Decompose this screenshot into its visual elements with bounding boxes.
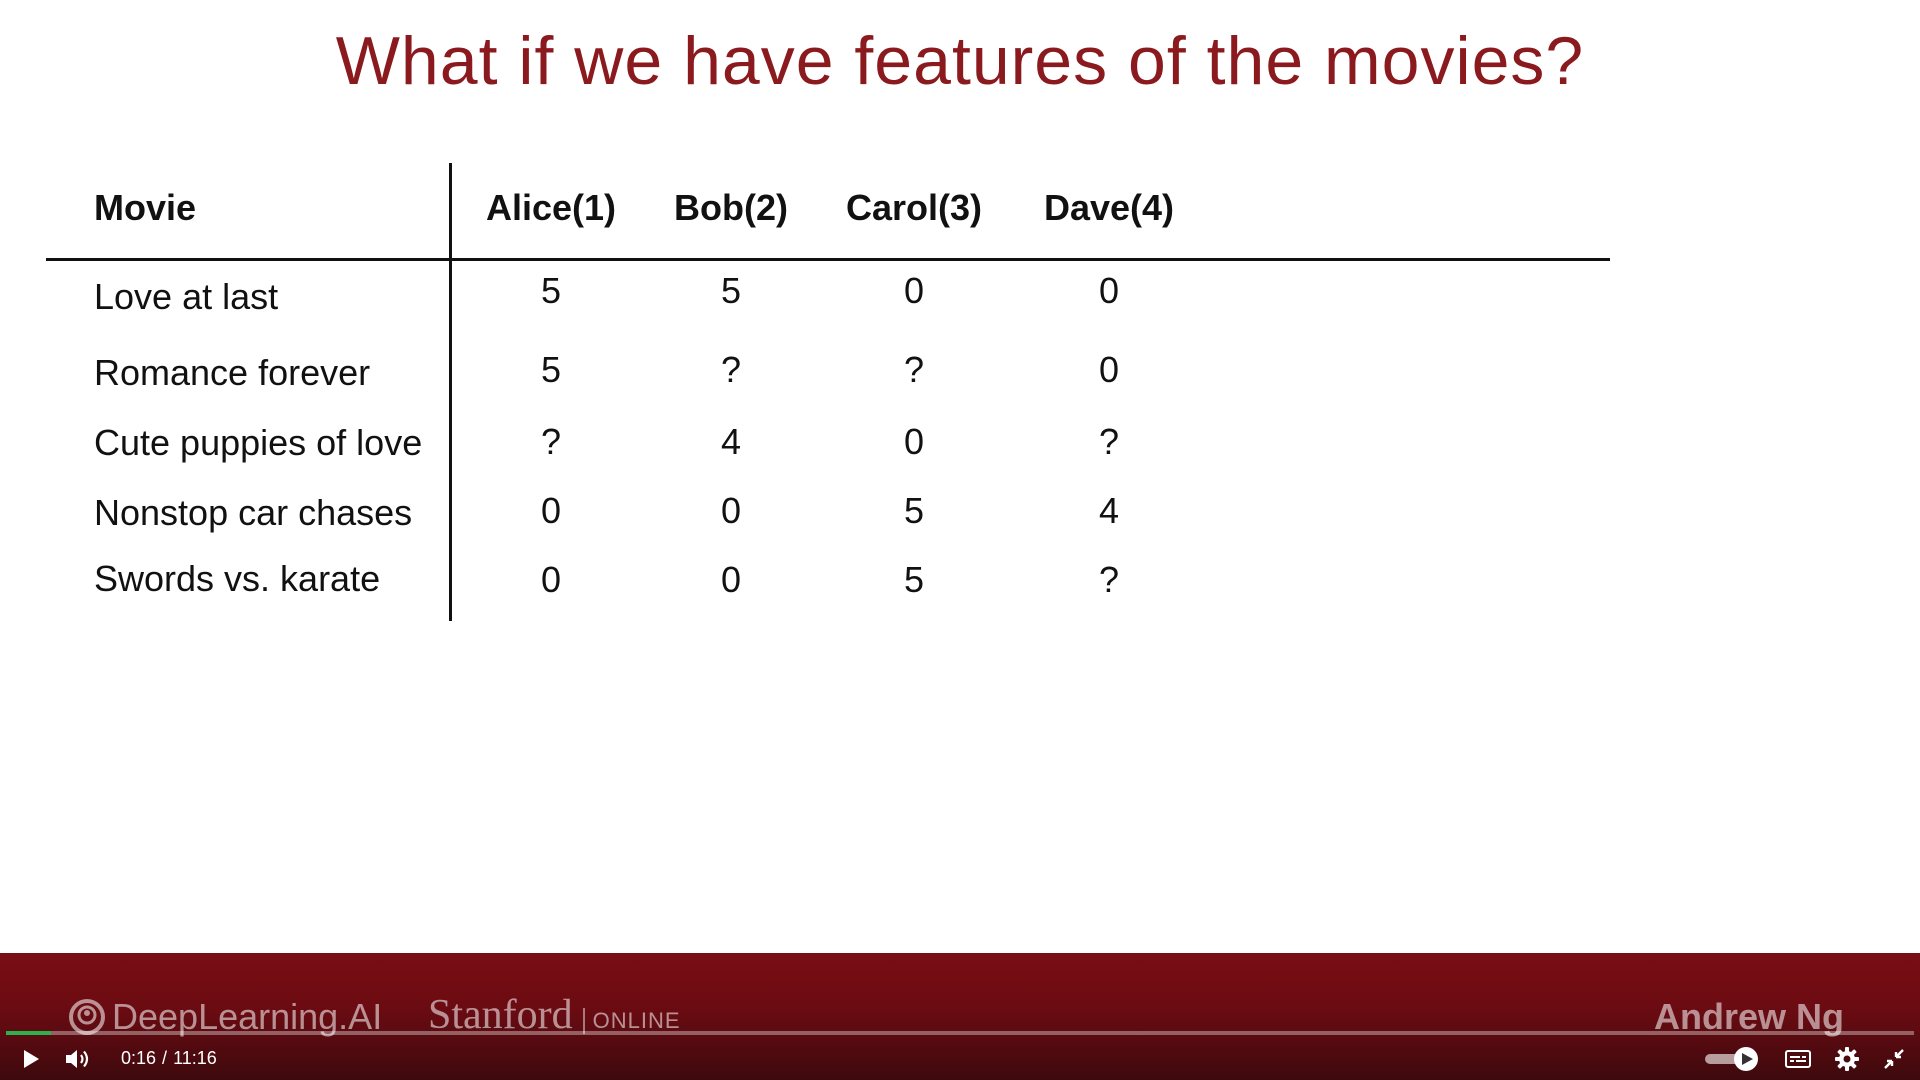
gear-icon [1835,1046,1859,1071]
movie-name: Nonstop car chases [94,492,413,533]
autoplay-toggle[interactable] [1700,1037,1764,1080]
rating-cell: 0 [1098,270,1120,311]
user-column-header: Carol(3) [845,187,983,228]
duration: 11:16 [173,1048,217,1068]
time-separator: / [162,1048,168,1068]
rating-cell: ? [1098,421,1120,462]
rating-cell: 0 [1098,349,1120,390]
rating-cell: 0 [720,559,742,600]
rating-cell: 5 [540,270,562,311]
movie-name: Romance forever [94,352,371,393]
movie-name: Swords vs. karate [94,558,381,599]
rating-cell: 5 [540,349,562,390]
user-column-header: Alice(1) [485,187,617,228]
rating-cell: 5 [903,490,925,531]
rating-cell: 4 [1098,490,1120,531]
rating-cell: ? [1098,559,1120,600]
video-player[interactable]: What if we have features of the movies? … [0,0,1920,1080]
captions-icon [1785,1049,1811,1068]
volume-icon [66,1049,89,1068]
rating-cell: ? [540,421,562,462]
rating-cell: 5 [903,559,925,600]
captions-button[interactable] [1778,1037,1818,1080]
rating-cell: 0 [720,490,742,531]
rating-cell: 0 [903,270,925,311]
settings-button[interactable] [1827,1037,1867,1080]
rating-cell: 4 [720,421,742,462]
user-column-header: Bob(2) [674,187,788,228]
rating-cell: ? [720,349,742,390]
rating-cell: ? [903,349,925,390]
table-header-divider [46,258,1610,261]
autoplay-toggle-icon [1705,1046,1758,1071]
exit-fullscreen-button[interactable] [1874,1037,1914,1080]
movie-name: Cute puppies of love [94,422,423,463]
movie-column-header: Movie [94,187,197,228]
current-time: 0:16 [121,1048,157,1068]
play-icon [24,1049,39,1068]
rating-cell: 5 [720,270,742,311]
rating-cell: 0 [903,421,925,462]
table-vertical-divider [449,163,452,621]
player-controls: 0:16 / 11:16 [0,1037,1920,1080]
movie-name: Love at last [94,276,279,317]
rating-cell: 0 [540,490,562,531]
exit-fullscreen-icon [1884,1048,1904,1069]
user-column-header: Dave(4) [1043,187,1175,228]
progress-bar[interactable] [6,1031,1914,1035]
ratings-table: Movie Alice(1) Bob(2) Carol(3) Dave(4) L… [46,163,1610,623]
play-button[interactable] [14,1037,48,1080]
progress-bar-played [6,1031,52,1035]
volume-button[interactable] [58,1037,98,1080]
slide-title: What if we have features of the movies? [335,23,1585,99]
rating-cell: 0 [540,559,562,600]
time-display: 0:16 / 11:16 [118,1037,220,1080]
